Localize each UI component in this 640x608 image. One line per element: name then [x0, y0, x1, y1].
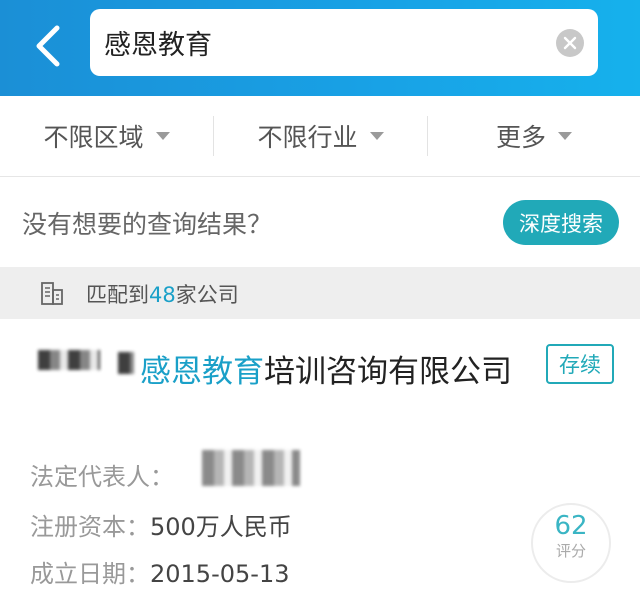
filter-more-label: 更多 [495, 123, 546, 152]
match-count-bar: 匹配到48家公司 [0, 267, 640, 319]
founded-row: 成立日期：2015-05-13 [30, 554, 289, 589]
building-icon [41, 282, 63, 305]
match-prefix: 匹配到 [86, 283, 149, 307]
founded-value: 2015-05-13 [150, 560, 290, 588]
company-name[interactable]: 感恩教育培训咨询有限公司 [28, 348, 538, 396]
company-name-rest: 培训咨询有限公司 [264, 354, 512, 390]
company-result-card[interactable]: 感恩教育培训咨询有限公司 存续 法定代表人： 注册资本：500万人民币 成立日期… [0, 320, 640, 608]
no-result-prompt: 没有想要的查询结果？ 深度搜索 [0, 177, 640, 267]
score-value: 62 [554, 511, 588, 541]
filter-industry[interactable]: 不限行业 [214, 96, 427, 176]
match-count: 48 [149, 283, 176, 307]
filter-industry-label: 不限行业 [257, 123, 358, 152]
capital-row: 注册资本：500万人民币 [30, 507, 292, 542]
caret-down-icon [558, 132, 572, 140]
legal-rep-row: 法定代表人： [30, 457, 174, 492]
founded-label: 成立日期： [30, 560, 150, 588]
match-suffix: 家公司 [175, 283, 239, 307]
back-button[interactable] [26, 20, 70, 72]
close-icon [563, 36, 577, 50]
capital-value: 500万人民币 [150, 513, 292, 541]
back-arrow-icon [36, 25, 60, 67]
redacted-legal-rep-blur [202, 450, 300, 486]
status-badge: 存续 [546, 344, 614, 384]
score-badge: 62 评分 [531, 503, 611, 583]
search-box [90, 9, 598, 76]
deep-search-button[interactable]: 深度搜索 [503, 200, 619, 245]
search-input[interactable] [104, 9, 544, 76]
company-name-highlight: 感恩教育 [140, 354, 264, 390]
filter-region-label: 不限区域 [43, 123, 144, 152]
capital-label: 注册资本： [30, 513, 150, 541]
caret-down-icon [369, 132, 384, 140]
match-count-text: 匹配到48家公司 [86, 279, 239, 309]
score-label: 评分 [555, 542, 586, 560]
clear-search-button[interactable] [556, 29, 584, 57]
filter-more[interactable]: 更多 [428, 96, 640, 176]
caret-down-icon [155, 132, 170, 140]
filter-bar: 不限区域 不限行业 更多 [0, 96, 640, 177]
no-result-text: 没有想要的查询结果？ [22, 210, 273, 239]
legal-rep-label: 法定代表人： [30, 463, 174, 491]
filter-region[interactable]: 不限区域 [0, 96, 213, 176]
search-header [0, 0, 640, 96]
